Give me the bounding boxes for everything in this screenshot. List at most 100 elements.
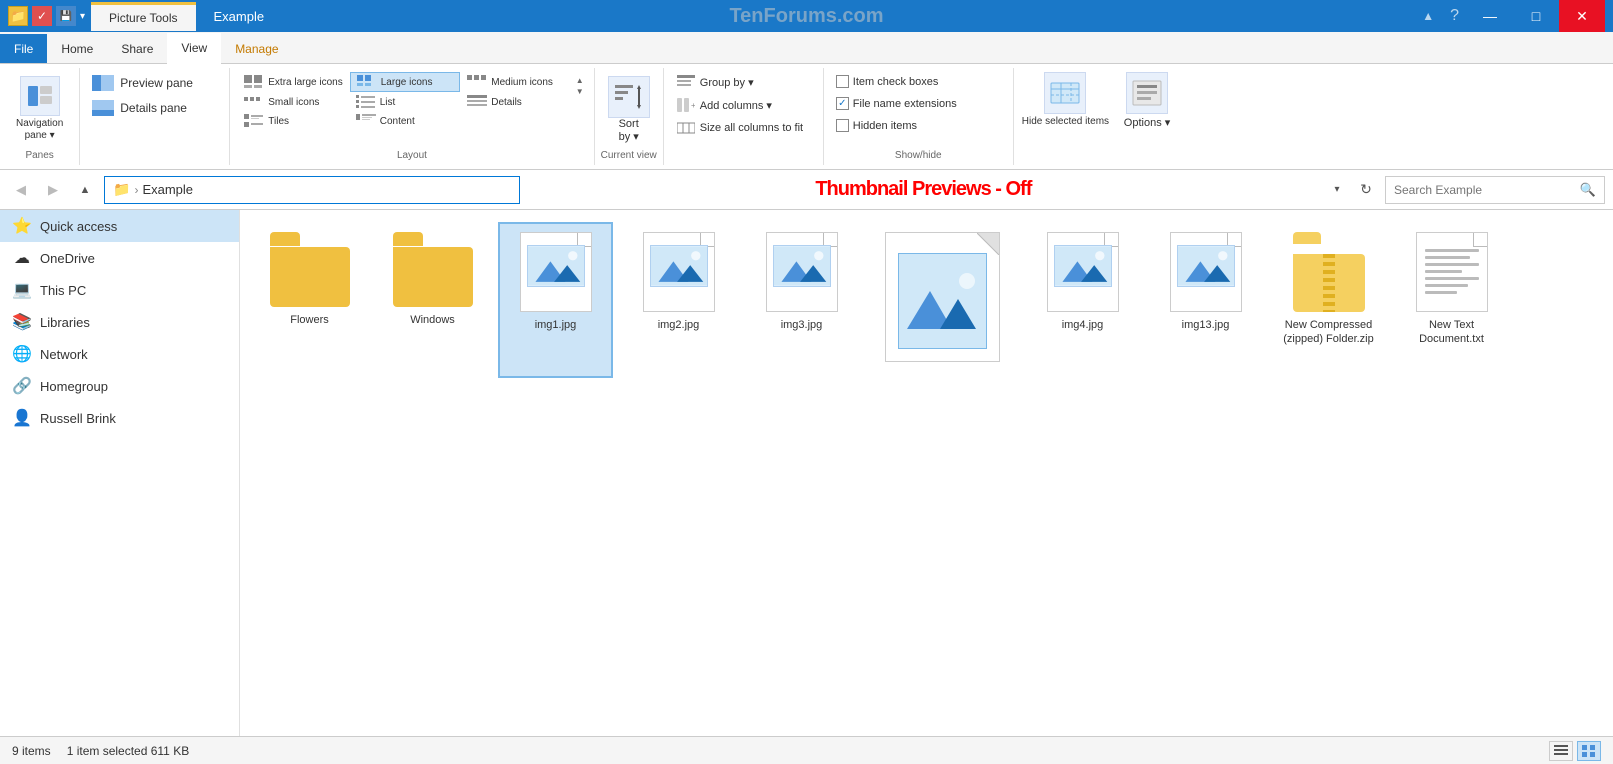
ribbon-group-panes: Preview pane Details pane	[80, 68, 230, 165]
tab-view[interactable]: View	[167, 33, 221, 64]
tab-home[interactable]: Home	[47, 34, 107, 63]
file-label: Flowers	[290, 313, 329, 327]
ribbon-group-show-hide: Item check boxes File name extensions Hi…	[824, 68, 1014, 165]
back-button[interactable]: ◀	[8, 177, 34, 203]
size-all-columns-button[interactable]: Size all columns to fit	[672, 118, 815, 138]
navigation-pane-button[interactable]: Navigationpane ▾	[8, 72, 71, 146]
list-button[interactable]: List	[350, 93, 460, 111]
file-item-img2[interactable]: img2.jpg	[621, 222, 736, 378]
layout-scroll-down[interactable]: ▼	[576, 87, 584, 96]
options-button[interactable]: Options ▾	[1117, 72, 1177, 129]
layout-scroll: ▲ ▼	[574, 72, 586, 100]
sidebar-item-label: This PC	[40, 283, 86, 298]
file-item-windows[interactable]: Windows	[375, 222, 490, 378]
tab-share[interactable]: Share	[107, 34, 167, 63]
sidebar-item-russell[interactable]: 👤 Russell Brink	[0, 402, 239, 434]
file-label: img13.jpg	[1182, 318, 1230, 332]
refresh-button[interactable]: ↻	[1353, 177, 1379, 203]
checkmark-icon: ✓	[32, 6, 52, 26]
layout-group-label: Layout	[238, 146, 585, 161]
file-item-zip[interactable]: New Compressed (zipped) Folder.zip	[1271, 222, 1386, 378]
forward-button[interactable]: ▶	[40, 177, 66, 203]
content-button[interactable]: Content	[350, 112, 460, 130]
window-controls: ▲ ? — □ ✕	[1414, 0, 1605, 32]
hide-selected-label: Hide selected items	[1022, 116, 1109, 128]
ribbon-group-sort: Sortby ▾ Current view	[595, 68, 664, 165]
address-separator: ›	[134, 183, 138, 197]
folder-windows-icon	[393, 232, 473, 307]
close-button[interactable]: ✕	[1559, 0, 1605, 32]
sidebar-item-label: Libraries	[40, 315, 90, 330]
ribbon-group-nav: Navigationpane ▾ Panes	[0, 68, 80, 165]
file-item-img3[interactable]: img3.jpg	[744, 222, 859, 378]
address-folder-name: Example	[142, 182, 193, 197]
file-item-img4[interactable]: img4.jpg	[1025, 222, 1140, 378]
help-button[interactable]: ?	[1442, 7, 1467, 25]
file-item-flowers[interactable]: Flowers	[252, 222, 367, 378]
hidden-items-checkbox[interactable]	[836, 119, 849, 132]
up-button[interactable]: ▲	[72, 177, 98, 203]
tab-file[interactable]: File	[0, 34, 47, 63]
item-check-boxes-row: Item check boxes	[832, 72, 1005, 91]
app-title: Example	[196, 3, 283, 30]
ribbon-content: Navigationpane ▾ Panes Preview pane	[0, 64, 1613, 170]
details-button[interactable]: Details	[461, 93, 571, 111]
address-bar: ◀ ▶ ▲ 📁 › Example Thumbnail Previews - O…	[0, 170, 1613, 210]
search-box[interactable]: 🔍	[1385, 176, 1605, 204]
quick-access-icon: ⭐	[12, 216, 32, 236]
sidebar-item-homegroup[interactable]: 🔗 Homegroup	[0, 370, 239, 402]
address-path[interactable]: 📁 › Example	[104, 176, 520, 204]
sidebar-item-network[interactable]: 🌐 Network	[0, 338, 239, 370]
quick-access-toolbar: 📁 ✓ 💾 ▾	[8, 6, 85, 26]
network-icon: 🌐	[12, 344, 32, 364]
group-by-button[interactable]: Group by ▾	[672, 72, 815, 92]
libraries-icon: 📚	[12, 312, 32, 332]
navigation-pane-icon	[20, 76, 60, 116]
quick-access-dropdown[interactable]: ▾	[80, 11, 85, 22]
hide-selected-button[interactable]: Hide selected items	[1022, 72, 1109, 128]
medium-icons-button[interactable]: Medium icons	[461, 72, 571, 92]
large-img-icon	[885, 232, 1000, 362]
sidebar-item-quick-access[interactable]: ⭐ Quick access	[0, 210, 239, 242]
file-item-img13[interactable]: img13.jpg	[1148, 222, 1263, 378]
small-icons-button[interactable]: Small icons	[238, 93, 348, 111]
img2-icon	[643, 232, 715, 312]
img4-icon	[1047, 232, 1119, 312]
tab-manage[interactable]: Manage	[221, 34, 292, 63]
up-arrow-button[interactable]: ▲	[1414, 9, 1442, 23]
sidebar-item-onedrive[interactable]: ☁ OneDrive	[0, 242, 239, 274]
maximize-button[interactable]: □	[1513, 0, 1559, 32]
options-label: Options ▾	[1124, 116, 1171, 129]
file-item-img1[interactable]: img1.jpg	[498, 222, 613, 378]
picture-tools-tab[interactable]: Picture Tools	[91, 2, 195, 31]
file-label: New Text Document.txt	[1402, 318, 1501, 347]
search-icon[interactable]: 🔍	[1580, 182, 1596, 198]
layout-scroll-up[interactable]: ▲	[576, 76, 584, 85]
title-bar: 📁 ✓ 💾 ▾ Picture Tools Example TenForums.…	[0, 0, 1613, 32]
file-label: New Compressed (zipped) Folder.zip	[1279, 318, 1378, 347]
details-view-toggle[interactable]	[1549, 741, 1573, 761]
search-input[interactable]	[1394, 183, 1580, 197]
file-label: Windows	[410, 313, 455, 327]
sidebar-item-libraries[interactable]: 📚 Libraries	[0, 306, 239, 338]
large-icons-button[interactable]: Large icons	[350, 72, 460, 92]
add-columns-button[interactable]: + Add columns ▾	[672, 95, 815, 115]
extra-large-icons-button[interactable]: Extra large icons	[238, 72, 348, 92]
file-name-extensions-row: File name extensions	[832, 94, 1005, 113]
file-name-extensions-checkbox[interactable]	[836, 97, 849, 110]
file-item-txt[interactable]: New Text Document.txt	[1394, 222, 1509, 378]
address-dropdown-button[interactable]: ▾	[1327, 184, 1347, 195]
file-label: img4.jpg	[1062, 318, 1104, 332]
hide-selected-icon	[1044, 72, 1086, 114]
preview-pane-button[interactable]: Preview pane	[88, 72, 221, 94]
ribbon-group-current-view: Group by ▾ + Add columns ▾ Size all colu…	[664, 68, 824, 165]
tiles-button[interactable]: Tiles	[238, 112, 348, 130]
sidebar-item-this-pc[interactable]: 💻 This PC	[0, 274, 239, 306]
sort-by-button[interactable]: Sortby ▾	[619, 118, 639, 143]
item-check-boxes-checkbox[interactable]	[836, 75, 849, 88]
details-pane-button[interactable]: Details pane	[88, 97, 221, 119]
panes-group-label: Panes	[25, 146, 53, 161]
file-item-large-img[interactable]	[867, 222, 1017, 378]
large-icons-view-toggle[interactable]	[1577, 741, 1601, 761]
minimize-button[interactable]: —	[1467, 0, 1513, 32]
